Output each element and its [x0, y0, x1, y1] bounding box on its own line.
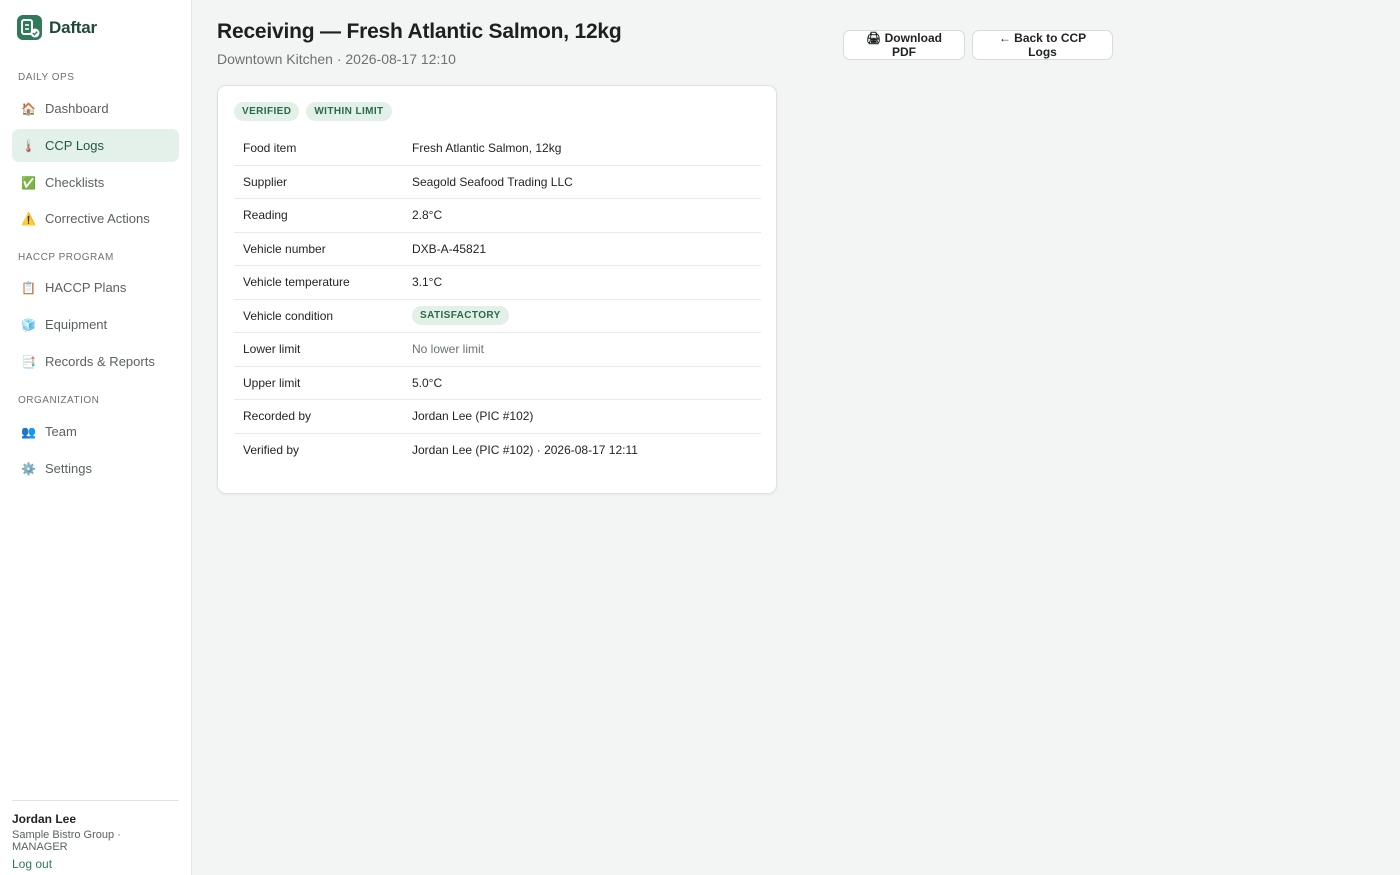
daftar-logo-icon — [17, 15, 42, 40]
brand-name: Daftar — [49, 17, 97, 37]
sidebar-item-label: Checklists — [45, 175, 105, 190]
sidebar-item-label: CCP Logs — [45, 138, 105, 153]
detail-row-lower-limit: Lower limit No lower limit — [234, 333, 761, 367]
detail-value: DXB-A-45821 — [412, 241, 487, 256]
detail-label: Vehicle condition — [243, 308, 334, 323]
user-name: Jordan Lee — [12, 812, 77, 826]
status-badges: VERIFIED WITHIN LIMIT — [234, 102, 392, 121]
detail-label: Vehicle number — [243, 241, 326, 256]
sidebar-item-haccp-plans[interactable]: 📋 HACCP Plans — [12, 271, 179, 304]
detail-row-supplier: Supplier Seagold Seafood Trading LLC — [234, 166, 761, 199]
warning-icon: ⚠️ — [21, 211, 36, 226]
within-limit-badge: WITHIN LIMIT — [306, 102, 392, 121]
detail-label: Food item — [243, 141, 297, 156]
back-to-ccp-logs-button[interactable]: ← Back to CCP Logs — [972, 30, 1113, 60]
detail-row-reading: Reading 2.8°C — [234, 199, 761, 233]
ice-cube-icon: 🧊 — [21, 317, 36, 332]
detail-row-vehicle-number: Vehicle number DXB-A-45821 — [234, 233, 761, 266]
detail-value: Jordan Lee (PIC #102) — [412, 409, 534, 424]
sidebar: Daftar DAILY OPS 🏠 Dashboard 🌡️ CCP Logs… — [0, 0, 192, 875]
sidebar-item-label: Team — [45, 424, 77, 439]
record-details: Food item Fresh Atlantic Salmon, 12kg Su… — [234, 132, 761, 467]
verified-badge: VERIFIED — [234, 102, 300, 121]
sidebar-item-label: Settings — [45, 461, 92, 476]
detail-row-vehicle-condition: Vehicle condition SATISFACTORY — [234, 300, 761, 333]
sidebar-item-label: HACCP Plans — [45, 280, 127, 295]
detail-row-vehicle-temperature: Vehicle temperature 3.1°C — [234, 266, 761, 300]
detail-value: 5.0°C — [412, 375, 443, 390]
document-icon: 📑 — [21, 354, 36, 369]
detail-value: Seagold Seafood Trading LLC — [412, 174, 573, 189]
detail-label: Reading — [243, 208, 288, 223]
detail-value: Fresh Atlantic Salmon, 12kg — [412, 141, 562, 156]
detail-label: Recorded by — [243, 409, 312, 424]
sidebar-item-ccp-logs[interactable]: 🌡️ CCP Logs — [12, 129, 179, 162]
detail-row-verified-by: Verified by Jordan Lee (PIC #102) · 2026… — [234, 434, 761, 468]
detail-row-upper-limit: Upper limit 5.0°C — [234, 367, 761, 400]
sidebar-item-dashboard[interactable]: 🏠 Dashboard — [12, 92, 179, 125]
sidebar-item-team[interactable]: 👥 Team — [12, 415, 179, 448]
user-panel: Jordan Lee Sample Bistro Group · MANAGER… — [12, 800, 179, 873]
check-box-icon: ✅ — [21, 175, 36, 190]
detail-label: Lower limit — [243, 342, 301, 357]
sidebar-item-equipment[interactable]: 🧊 Equipment — [12, 308, 179, 341]
logout-link[interactable]: Log out — [12, 857, 52, 871]
page-title: Receiving — Fresh Atlantic Salmon, 12kg — [217, 20, 622, 43]
sidebar-item-label: Equipment — [45, 317, 108, 332]
detail-row-food-item: Food item Fresh Atlantic Salmon, 12kg — [234, 132, 761, 166]
download-pdf-button[interactable]: 🖨 Download PDF — [843, 30, 965, 60]
detail-label: Vehicle temperature — [243, 275, 350, 290]
detail-row-recorded-by: Recorded by Jordan Lee (PIC #102) — [234, 400, 761, 434]
brand[interactable]: Daftar — [17, 15, 97, 40]
sidebar-item-corrective-actions[interactable]: ⚠️ Corrective Actions — [12, 202, 179, 235]
detail-value: 3.1°C — [412, 275, 443, 290]
sidebar-item-settings[interactable]: ⚙️ Settings — [12, 452, 179, 485]
detail-value: 2.8°C — [412, 208, 443, 223]
sidebar-item-label: Corrective Actions — [45, 211, 150, 226]
detail-label: Verified by — [243, 443, 300, 458]
sidebar-item-records-reports[interactable]: 📑 Records & Reports — [12, 345, 179, 378]
page-subtitle: Downtown Kitchen · 2026-08-17 12:10 — [217, 51, 456, 67]
user-org: Sample Bistro Group · MANAGER — [12, 829, 121, 853]
detail-value: Jordan Lee (PIC #102) · 2026-08-17 12:11 — [412, 443, 638, 458]
sidebar-item-label: Records & Reports — [45, 354, 155, 369]
detail-label: Supplier — [243, 174, 288, 189]
people-icon: 👥 — [21, 424, 36, 439]
vehicle-condition-badge: SATISFACTORY — [412, 306, 509, 326]
gear-icon: ⚙️ — [21, 461, 36, 476]
sidebar-item-label: Dashboard — [45, 101, 109, 116]
home-icon: 🏠 — [21, 101, 36, 116]
detail-label: Upper limit — [243, 375, 301, 390]
thermometer-icon: 🌡️ — [21, 138, 36, 153]
record-card: VERIFIED WITHIN LIMIT Food item Fresh At… — [217, 85, 777, 494]
section-label-daily-ops: DAILY OPS — [18, 72, 75, 83]
clipboard-icon: 📋 — [21, 280, 36, 295]
section-label-haccp-program: HACCP PROGRAM — [18, 252, 114, 263]
section-label-organization: ORGANIZATION — [18, 395, 100, 406]
detail-value: No lower limit — [412, 342, 485, 357]
sidebar-item-checklists[interactable]: ✅ Checklists — [12, 166, 179, 199]
